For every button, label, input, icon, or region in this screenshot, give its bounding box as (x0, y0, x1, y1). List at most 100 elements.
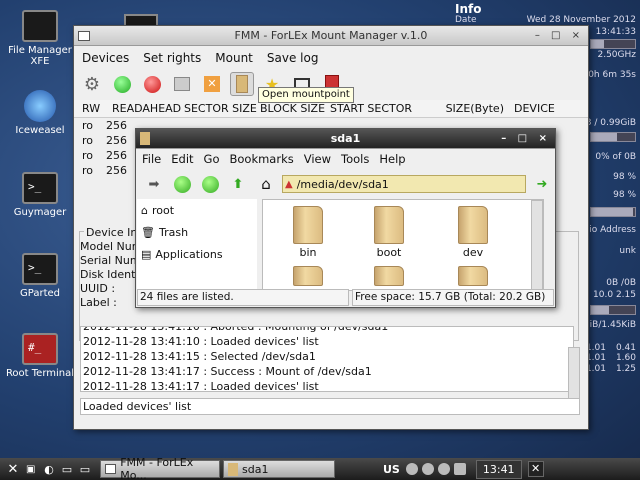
tray-icon-1[interactable] (405, 463, 418, 475)
col-rw[interactable]: RW (74, 102, 106, 115)
keyboard-layout[interactable]: US (383, 463, 400, 476)
sidebar-item-applications[interactable]: ▤ Applications (137, 243, 257, 265)
fmm-title: FMM - ForLEx Mount Manager v.1.0 (234, 29, 428, 42)
folder-partial[interactable] (278, 266, 338, 288)
fm-file-view[interactable]: bin boot dev (262, 199, 544, 291)
task-fmm[interactable]: FMM - ForLEx Mo... (100, 456, 220, 480)
fm-window-controls[interactable]: – □ × (501, 129, 551, 149)
drive-button[interactable]: ➡ (142, 172, 166, 196)
log-line: 2012-11-28 13:41:10 : Aborted : Mounting… (83, 326, 389, 333)
green-refresh-icon (113, 75, 131, 93)
fmm-task-icon (105, 464, 117, 474)
back-button[interactable] (170, 172, 194, 196)
fm-menu-go[interactable]: Go (204, 152, 220, 166)
log-line: 2012-11-28 13:41:10 : Loaded devices' li… (83, 335, 319, 348)
tray-icon-2[interactable] (421, 463, 434, 475)
folder-icon (374, 266, 404, 286)
fm-menu-help[interactable]: Help (379, 152, 405, 166)
folder-task-icon (228, 462, 238, 476)
desktop-icon-root-terminal[interactable]: #_ Root Terminal (5, 333, 75, 379)
forward-button[interactable] (198, 172, 222, 196)
fm-title: sda1 (330, 132, 361, 145)
path-bar[interactable]: ▲ /media/dev/sda1 (282, 175, 526, 193)
lock-icon[interactable]: ▣ (26, 464, 40, 475)
cancel-button[interactable]: ✕ (200, 72, 224, 96)
col-device[interactable]: DEVICE (514, 102, 555, 115)
ip-address-label: io Address (589, 225, 636, 235)
folder-boot[interactable]: boot (359, 206, 419, 259)
desktop-icon-file-manager[interactable]: File Manager XFE (5, 10, 75, 67)
sidebar-item-root[interactable]: ⌂ root (137, 199, 257, 221)
unmount-button[interactable] (140, 72, 164, 96)
menu-mount[interactable]: Mount (215, 51, 253, 65)
disk-icon (174, 77, 190, 91)
terminal-launcher-icon[interactable]: ▭ (58, 463, 76, 476)
home-button[interactable]: ⌂ (254, 172, 278, 196)
folder-dev[interactable]: dev (443, 206, 503, 259)
col-sector-size[interactable]: SECTOR SIZE (184, 102, 260, 115)
network-icon[interactable]: ◐ (40, 463, 58, 476)
folder-bin[interactable]: bin (278, 206, 338, 259)
col-size[interactable]: SIZE(Byte) (430, 102, 514, 115)
desktop-icon-guymager[interactable]: >_ Guymager (5, 172, 75, 218)
log-line: 2012-11-28 13:41:17 : Success : Mount of… (83, 365, 372, 378)
col-start-sector[interactable]: START SECTOR (330, 102, 430, 115)
col-readahead[interactable]: READAHEAD (106, 102, 184, 115)
percent-2: 98 % (613, 190, 636, 200)
folder-icon (293, 206, 323, 244)
fmm-window-icon (78, 31, 90, 41)
fm-menu-view[interactable]: View (304, 152, 331, 166)
disk-usage: 0% of 0B (595, 152, 636, 162)
forward-arrow-icon (201, 175, 219, 193)
go-button[interactable]: ➜ (530, 172, 554, 196)
fm-scrollbar[interactable] (531, 200, 543, 290)
tray-icon-3[interactable] (437, 463, 450, 475)
fm-menu-file[interactable]: File (142, 152, 161, 166)
warning-icon: ▲ (285, 178, 293, 190)
sidebar-item-trash[interactable]: 🗑 Trash (137, 221, 257, 243)
refresh-button[interactable] (110, 72, 134, 96)
open-mountpoint-button[interactable] (230, 72, 254, 96)
orange-x-icon: ✕ (204, 76, 220, 92)
drive-icon: ➡ (148, 176, 160, 192)
time-value: 13:41:33 (595, 27, 636, 37)
fm-menu-tools[interactable]: Tools (341, 152, 369, 166)
ip-value: unk (619, 246, 636, 256)
menu-devices[interactable]: Devices (82, 51, 129, 65)
fm-titlebar[interactable]: sda1 – □ × (136, 129, 555, 149)
up-button[interactable]: ⬆ (226, 172, 250, 196)
uuid-label: UUID : (80, 282, 116, 295)
desktop-icon-gparted[interactable]: >_ GParted (5, 253, 75, 299)
task-sda1[interactable]: sda1 (223, 460, 335, 478)
fm-status-left: 24 files are listed. (137, 289, 349, 306)
exit-icon[interactable]: ✕ (527, 461, 544, 477)
start-menu-icon[interactable]: ✕ (0, 462, 26, 477)
folder-icon (374, 206, 404, 244)
disk-button[interactable] (170, 72, 194, 96)
clock[interactable]: 13:41 (475, 459, 522, 479)
folder-partial[interactable] (359, 266, 419, 288)
fm-menu-bookmarks[interactable]: Bookmarks (229, 152, 293, 166)
folder-partial[interactable] (443, 266, 503, 288)
fm-menu-edit[interactable]: Edit (171, 152, 193, 166)
window-controls[interactable]: – □ × (535, 26, 584, 46)
cpu-bar (590, 39, 636, 49)
terminal-icon: >_ (22, 253, 58, 285)
settings-gear-icon[interactable]: ⚙ (80, 72, 104, 96)
applications-icon: ▤ (141, 247, 152, 261)
log-panel[interactable]: 2012-11-28 13:41:10 : Aborted : Mounting… (80, 326, 574, 392)
window-launcher-icon[interactable]: ▭ (76, 463, 94, 476)
network-tray-icon[interactable] (453, 463, 466, 475)
net-rate: GiB/1.45KiB (582, 320, 636, 330)
trash-icon: 🗑 (141, 225, 155, 239)
fm-status-right: Free space: 15.7 GB (Total: 20.2 GB) (352, 289, 554, 306)
up-arrow-icon: ⬆ (232, 176, 244, 192)
home-icon: ⌂ (141, 203, 148, 217)
col-block-size[interactable]: BLOCK SIZE (260, 102, 330, 115)
folder-icon (458, 206, 488, 244)
menu-save-log[interactable]: Save log (267, 51, 319, 65)
fmm-titlebar[interactable]: FMM - ForLEx Mount Manager v.1.0 – □ × (74, 26, 588, 46)
menu-set-rights[interactable]: Set rights (143, 51, 201, 65)
desktop-icon-iceweasel[interactable]: Iceweasel (5, 90, 75, 136)
log-line: 2012-11-28 13:41:15 : Selected /dev/sda1 (83, 350, 316, 363)
